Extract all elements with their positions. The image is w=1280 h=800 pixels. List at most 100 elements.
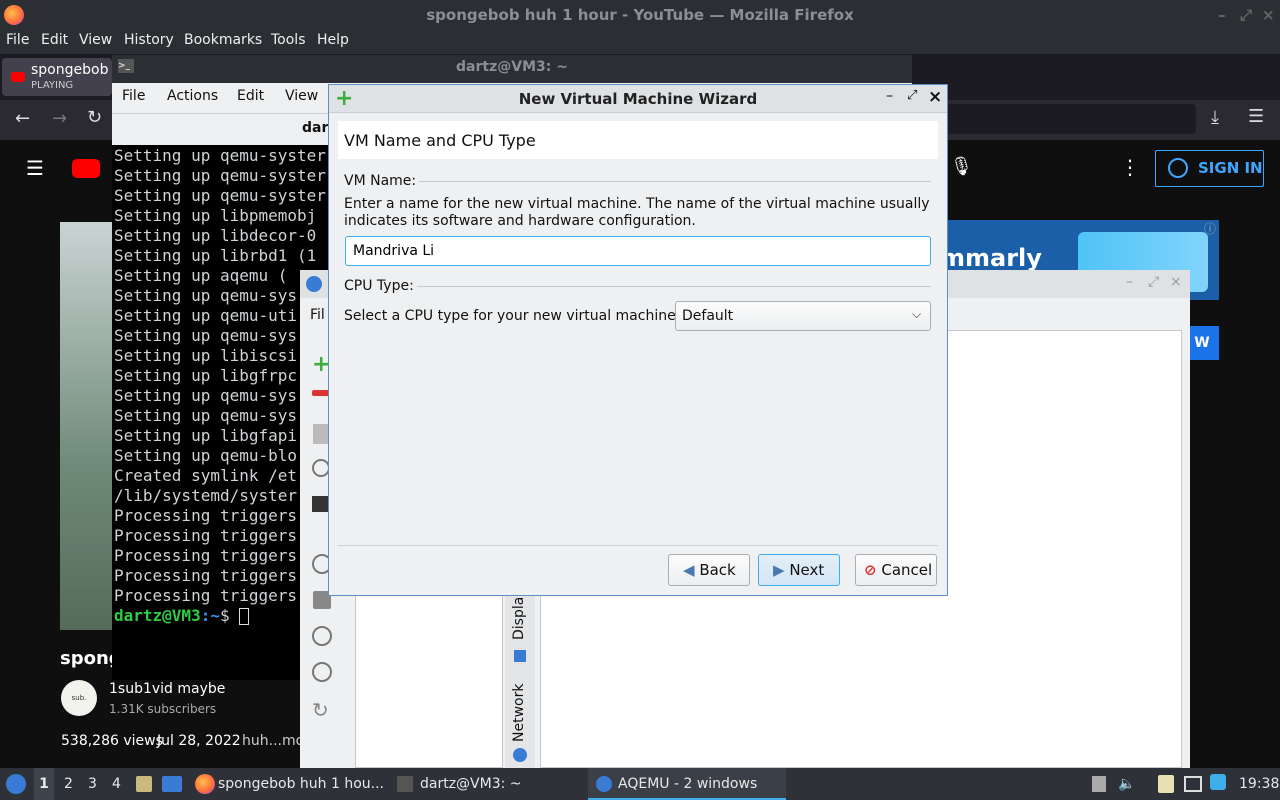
vm-list-panel[interactable] (355, 590, 503, 768)
upload-date: Jul 28, 2022 (157, 733, 241, 749)
terminal-line: Setting up qemu-sys (114, 406, 298, 425)
ad-text: mmarly (940, 244, 1042, 272)
menu-edit[interactable]: Edit (41, 32, 68, 48)
terminal-output[interactable]: Setting up qemu-syster Setting up qemu-sy… (114, 146, 326, 626)
terminal-line: Setting up qemu-syster (114, 146, 326, 165)
side-tab-display[interactable]: Displa (511, 597, 527, 640)
clock[interactable]: 19:38 (1239, 768, 1279, 800)
back-button[interactable]: ◀ Back (668, 554, 750, 586)
terminal-line: Setting up libgfapi (114, 426, 298, 445)
term-menu-file[interactable]: File (122, 88, 145, 104)
display-icon (514, 650, 526, 662)
youtube-logo-icon[interactable] (72, 159, 100, 178)
channel-name[interactable]: 1sub1vid maybe (109, 681, 225, 697)
terminal-line: Setting up qemu-uti (114, 306, 298, 325)
prompt-symbol: $ (219, 606, 240, 625)
aqemu-maximize-icon[interactable]: ⤢ (1148, 274, 1159, 290)
desktop-4[interactable]: 4 (112, 768, 121, 800)
side-tab-network[interactable]: Network (511, 684, 527, 742)
reset-icon[interactable]: ↻ (312, 698, 329, 722)
network-tray-icon[interactable] (1184, 776, 1202, 792)
cancel-button[interactable]: ⊘ Cancel (855, 554, 937, 586)
file-manager-icon[interactable] (136, 776, 152, 792)
term-menu-view[interactable]: View (285, 88, 318, 104)
tab-spongebob[interactable]: spongebob PLAYING (2, 58, 112, 96)
menu-help[interactable]: Help (317, 32, 349, 48)
task-terminal[interactable]: dartz@VM3: ~ (420, 768, 522, 800)
clipboard-icon[interactable] (1158, 775, 1174, 793)
wizard-header: VM Name and CPU Type (338, 121, 938, 159)
description-snippet[interactable]: huh...mo (242, 733, 304, 749)
more-options-icon[interactable]: ⋮ (1120, 155, 1140, 179)
terminal-task-icon (397, 776, 413, 792)
wizard-minimize-icon[interactable]: – (886, 88, 893, 104)
desktop-3[interactable]: 3 (88, 768, 97, 800)
menu-file[interactable]: File (6, 32, 29, 48)
pause-icon[interactable] (312, 626, 332, 646)
info-icon[interactable]: ⓘ (1204, 220, 1216, 237)
channel-avatar[interactable]: sub. (61, 680, 97, 716)
new-vm-wizard-dialog: + New Virtual Machine Wizard – ⤢ × VM Na… (328, 84, 948, 596)
terminal-line: Setting up qemu-sys (114, 286, 298, 305)
divider (419, 181, 931, 182)
reload-icon[interactable]: ↻ (87, 107, 102, 128)
terminal-tab[interactable]: dar (302, 120, 328, 136)
show-desktop-icon[interactable] (162, 776, 182, 792)
wizard-maximize-icon[interactable]: ⤢ (907, 88, 917, 103)
chevron-down-icon: ⌵ (912, 307, 922, 321)
divider (417, 286, 931, 287)
app-launcher-icon[interactable] (6, 774, 26, 794)
aqemu-menu-file[interactable]: Fil (310, 307, 325, 323)
terminal-prompt[interactable]: dartz@VM3:~$ (114, 606, 326, 626)
download-icon[interactable]: ⤓ (1211, 107, 1219, 128)
button-divider (338, 545, 938, 546)
terminal-line: Processing triggers (114, 546, 298, 565)
task-firefox[interactable]: spongebob huh 1 hou... (218, 768, 384, 800)
yt-menu-icon[interactable]: ☰ (26, 156, 44, 180)
cpu-type-select[interactable]: Default ⌵ (675, 301, 931, 331)
aqemu-close-icon[interactable]: × (1170, 274, 1182, 290)
menu-bookmarks[interactable]: Bookmarks (184, 32, 262, 48)
maximize-icon[interactable]: ⤢ (1240, 0, 1252, 30)
terminal-line: Setting up qemu-blo (114, 446, 298, 465)
stop-icon[interactable] (312, 662, 332, 682)
terminal-line: Setting up aqemu ( (114, 266, 288, 285)
disk-icon[interactable] (313, 424, 329, 444)
minimize-icon[interactable]: – (1218, 0, 1226, 30)
wizard-close-icon[interactable]: × (928, 87, 942, 107)
desktop-1[interactable]: 1 (34, 768, 54, 800)
cancel-label: Cancel (881, 561, 933, 579)
taskbar: 1 2 3 4 spongebob huh 1 hou... dartz@VM3… (0, 768, 1280, 800)
sign-in-label: SIGN IN (1198, 159, 1263, 177)
vm-name-input[interactable] (345, 236, 931, 266)
back-label: Back (699, 561, 736, 579)
term-menu-actions[interactable]: Actions (167, 88, 218, 104)
next-button[interactable]: ▶ Next (758, 554, 840, 586)
forward-icon[interactable]: → (52, 108, 67, 129)
menu-view[interactable]: View (79, 32, 112, 48)
desktop-2[interactable]: 2 (64, 768, 73, 800)
terminal-line: Setting up libgfrpc (114, 366, 298, 385)
term-menu-edit[interactable]: Edit (237, 88, 264, 104)
mic-icon[interactable]: 🎙 (950, 156, 973, 177)
tray-arrow-icon[interactable] (1092, 776, 1106, 792)
hamburger-menu-icon[interactable]: ☰ (1248, 106, 1264, 127)
video-player[interactable] (60, 222, 112, 630)
task-aqemu[interactable]: AQEMU - 2 windows (588, 768, 786, 800)
terminal-titlebar: >_ dartz@VM3: ~ (112, 55, 912, 83)
volume-icon[interactable]: 🔈 (1118, 768, 1135, 800)
menu-tools[interactable]: Tools (271, 32, 306, 48)
firefox-menubar: File Edit View History Bookmarks Tools H… (0, 30, 1280, 54)
terminal-line: Setting up libdecor-0 (114, 226, 317, 245)
aqemu-minimize-icon[interactable]: – (1126, 274, 1133, 290)
cursor (239, 608, 250, 625)
back-icon[interactable]: ← (15, 108, 30, 129)
menu-history[interactable]: History (124, 32, 174, 48)
terminal-line: Setting up qemu-sys (114, 326, 298, 345)
notifications-icon[interactable] (1210, 774, 1226, 790)
terminal-line: Processing triggers (114, 566, 298, 585)
sign-in-button[interactable]: SIGN IN (1155, 150, 1264, 187)
close-icon[interactable]: × (1262, 0, 1275, 30)
ad-cta-button[interactable]: W (1185, 326, 1219, 360)
url-bar[interactable] (940, 104, 1196, 134)
